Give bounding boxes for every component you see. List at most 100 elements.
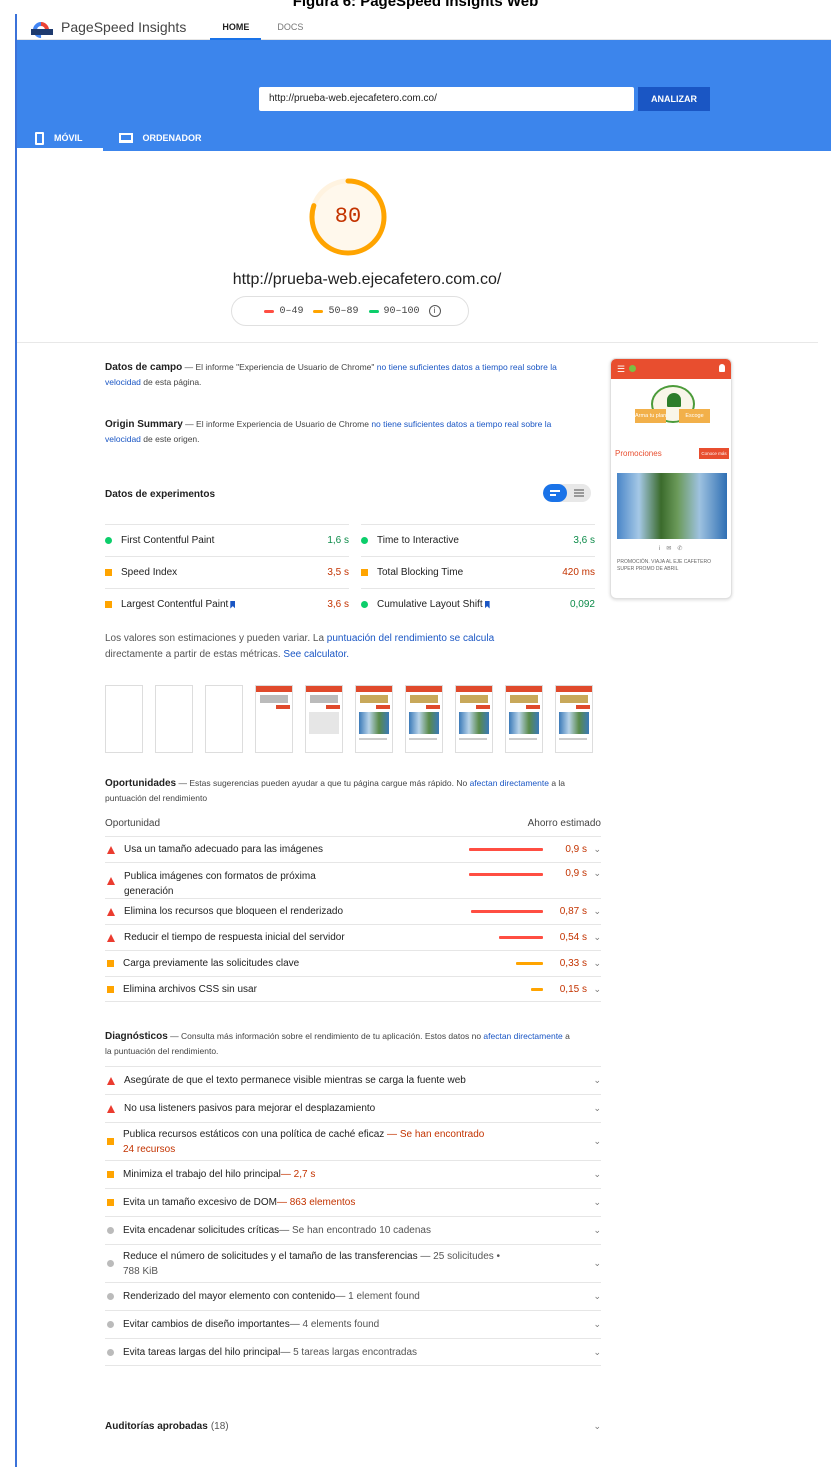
opportunity-label: Elimina los recursos que bloqueen el ren… [124, 906, 344, 917]
field-data-desc: — El informe "Experiencia de Usuario de … [182, 362, 377, 372]
metrics-note-text: Los valores son estimaciones y pueden va… [105, 633, 327, 644]
metric-label: First Contentful Paint [121, 535, 215, 546]
diagnostics-link[interactable]: afectan directamente [483, 1031, 562, 1041]
section-divider [17, 342, 818, 343]
chevron-down-icon: ⌄ [593, 868, 601, 878]
chevron-down-icon: ⌄ [593, 844, 601, 854]
bookmark-icon [484, 600, 490, 609]
score-legend: 0–49 50–89 90–100 i [231, 296, 469, 326]
fail-icon [107, 877, 115, 885]
globe-icon [629, 365, 636, 372]
metric-tbt: Total Blocking Time 420 ms [361, 556, 595, 588]
origin-summary-desc: — El informe Experiencia de Usuario de C… [182, 419, 372, 429]
diagnostic-row[interactable]: Evita tareas largas del hilo principal —… [105, 1338, 601, 1366]
diagnostic-row[interactable]: Minimiza el trabajo del hilo principal —… [105, 1160, 601, 1188]
average-icon [107, 1171, 114, 1178]
filmstrip-frame [455, 685, 493, 753]
chevron-down-icon: ⌄ [593, 983, 601, 994]
info-dot-icon [107, 1321, 114, 1328]
promo-caption: PROMOCIÓN. VIAJA AL EJE CAFETERO SUPER P… [617, 559, 712, 572]
savings-bar [499, 936, 543, 939]
score-calc-link[interactable]: puntuación del rendimiento se calcula [327, 633, 494, 644]
metrics-view-toggle[interactable] [543, 484, 591, 502]
metric-label: Time to Interactive [377, 535, 459, 546]
chevron-down-icon: ⌄ [593, 1075, 601, 1085]
info-icon[interactable]: i [428, 305, 441, 317]
tab-desktop[interactable]: ORDENADOR [103, 125, 218, 151]
diagnostic-row[interactable]: Publica recursos estáticos con una polít… [105, 1122, 601, 1160]
opportunity-label: Elimina archivos CSS sin usar [123, 983, 257, 995]
savings-bar [469, 848, 543, 851]
metric-cls: Cumulative Layout Shift 0,092 [361, 588, 595, 620]
opportunity-row[interactable]: Carga previamente las solicitudes clave 0… [105, 950, 601, 976]
metric-label: Largest Contentful Paint [121, 599, 229, 610]
savings-bar [469, 873, 543, 876]
nav-home-tab[interactable]: HOME [210, 14, 262, 40]
chevron-down-icon: ⌄ [593, 1169, 601, 1179]
legend-average: 50–89 [313, 306, 359, 317]
pagespeed-app: PageSpeed Insights HOME DOCS http://prue… [15, 14, 831, 1467]
metrics-note: Los valores son estimaciones y pueden va… [105, 631, 595, 663]
average-icon [105, 601, 112, 608]
filmstrip-frame [205, 685, 243, 753]
diagnostic-label: Minimiza el trabajo del hilo principal [123, 1169, 281, 1180]
chevron-down-icon: ⌄ [593, 1291, 601, 1301]
passed-audits-row[interactable]: Auditorías aprobadas (18) ⌄ [105, 1414, 601, 1438]
field-data-section: Datos de campo — El informe "Experiencia… [105, 360, 575, 390]
filmstrip-frame [105, 685, 143, 753]
tab-mobile[interactable]: MÓVIL [17, 125, 103, 151]
passed-audits-title: Auditorías aprobadas [105, 1420, 208, 1432]
opportunity-row[interactable]: Usa un tamaño adecuado para las imágenes… [105, 836, 601, 862]
origin-summary-tail: de este origen. [140, 434, 200, 444]
metric-fcp: First Contentful Paint 1,6 s [105, 524, 349, 556]
pagespeed-logo-icon [29, 18, 53, 41]
average-icon [361, 569, 368, 576]
chevron-down-icon: ⌄ [593, 958, 601, 968]
average-icon [105, 569, 112, 576]
opportunity-row[interactable]: Elimina archivos CSS sin usar 0,15 s ⌄ [105, 976, 601, 1002]
diagnostic-note: — 5 tareas largas encontradas [280, 1346, 418, 1358]
filmstrip-frame [155, 685, 193, 753]
search-hero: http://prueba-web.ejecafetero.com.co/ AN… [17, 40, 831, 151]
diagnostic-row[interactable]: Evitar cambios de diseño importantes — 4… [105, 1310, 601, 1338]
average-icon [107, 1199, 114, 1206]
url-input[interactable]: http://prueba-web.ejecafetero.com.co/ [259, 87, 634, 111]
opportunity-label: Usa un tamaño adecuado para las imágenes [124, 844, 324, 855]
diagnostic-row[interactable]: Asegúrate de que el texto permanece visi… [105, 1066, 601, 1094]
metric-value: 0,092 [569, 599, 595, 610]
diagnostic-row[interactable]: Evita un tamaño excesivo de DOM — 863 el… [105, 1188, 601, 1216]
promo-photo [617, 473, 727, 539]
savings-bar [516, 962, 543, 965]
field-data-tail: de esta página. [140, 377, 202, 387]
fail-icon [107, 907, 115, 916]
diagnostic-label: Publica recursos estáticos con una polít… [123, 1128, 485, 1155]
filmstrip-frame [555, 685, 593, 753]
opportunity-row[interactable]: Publica imágenes con formatos de próxima… [105, 862, 601, 898]
savings-value: 0,15 s [559, 983, 587, 995]
lab-data-title: Datos de experimentos [105, 489, 216, 500]
final-screenshot: ☰ Arma tu plan Escoge Promociones Conoce… [610, 358, 732, 599]
diagnostic-row[interactable]: No usa listeners pasivos para mejorar el… [105, 1094, 601, 1122]
analyze-button[interactable]: ANALIZAR [638, 87, 710, 111]
diagnostic-row[interactable]: Evita encadenar solicitudes críticas — S… [105, 1216, 601, 1244]
passed-audits-count: (18) [210, 1420, 229, 1432]
see-calculator-link[interactable]: See calculator. [283, 649, 349, 660]
pass-icon [361, 601, 368, 608]
metric-value: 1,6 s [327, 535, 349, 546]
diagnostic-label: Reduce el número de solicitudes y el tam… [123, 1250, 501, 1277]
diagnostic-row[interactable]: Renderizado del mayor elemento con conte… [105, 1282, 601, 1310]
contact-icons: i✉✆ [659, 546, 689, 552]
opportunity-row[interactable]: Elimina los recursos que bloqueen el ren… [105, 898, 601, 924]
opportunities-title: Oportunidades [105, 778, 177, 789]
top-bar: PageSpeed Insights HOME DOCS [17, 14, 831, 41]
opportunity-row[interactable]: Reducir el tiempo de respuesta inicial d… [105, 924, 601, 950]
opportunity-label: Reducir el tiempo de respuesta inicial d… [124, 932, 345, 943]
phone-icon [35, 131, 44, 145]
origin-summary-title: Origin Summary [105, 419, 183, 430]
chevron-down-icon: ⌄ [593, 906, 601, 916]
nav-docs-tab[interactable]: DOCS [277, 14, 303, 40]
diagnostic-row[interactable]: Reduce el número de solicitudes y el tam… [105, 1244, 601, 1282]
device-tabs: MÓVIL ORDENADOR [17, 125, 218, 151]
metrics-note-text-2: directamente a partir de estas métricas. [105, 649, 284, 660]
opportunities-link[interactable]: afectan directamente [470, 778, 549, 788]
